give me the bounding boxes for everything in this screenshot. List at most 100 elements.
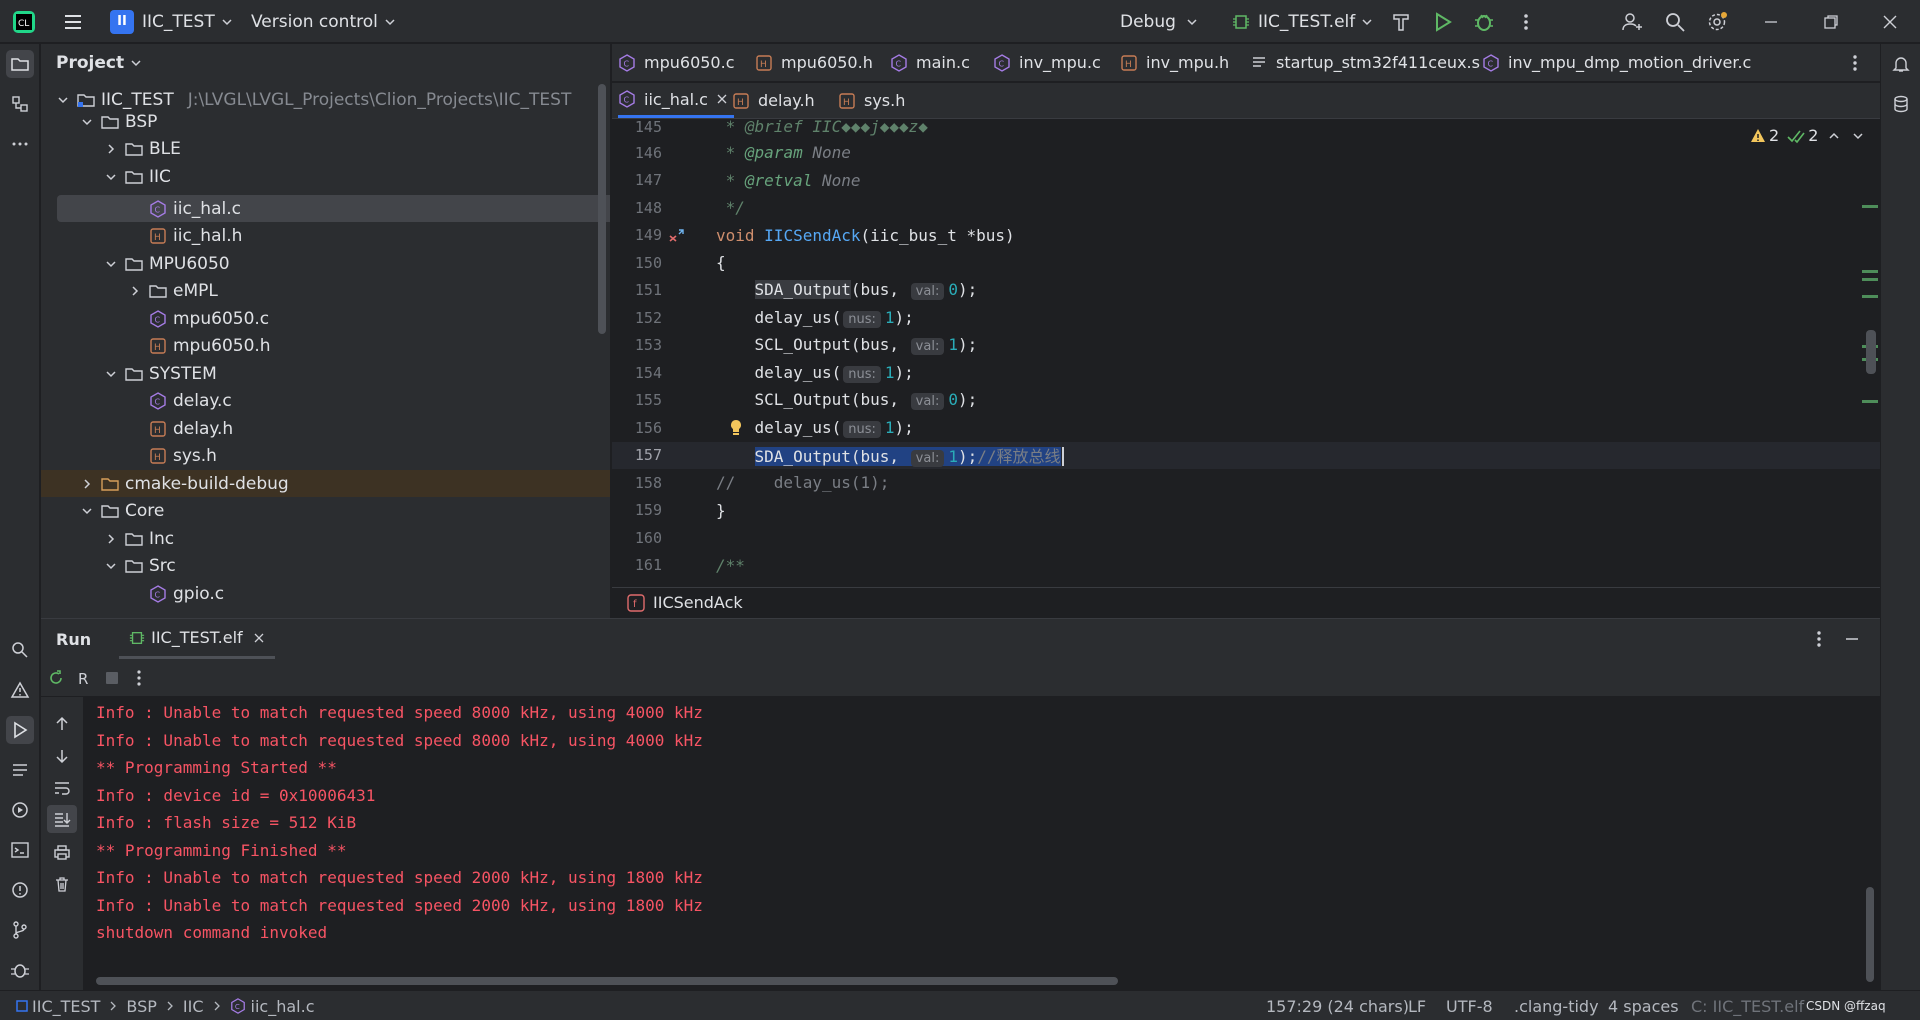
app-logo-icon[interactable]: CL bbox=[12, 0, 36, 43]
run-button[interactable] bbox=[1431, 0, 1453, 43]
tree-item-mpu6050-c[interactable]: C mpu6050.c bbox=[41, 305, 601, 332]
tree-item-iic-hal-h[interactable]: H iic_hal.h bbox=[41, 223, 601, 250]
caret-position[interactable]: 157:29 (24 chars) bbox=[1266, 991, 1409, 1020]
chevron-down-icon[interactable] bbox=[103, 366, 119, 382]
run-config-selector[interactable]: Debug bbox=[1120, 0, 1198, 43]
linter-config[interactable]: .clang-tidy bbox=[1514, 991, 1599, 1020]
chevron-down-icon[interactable] bbox=[103, 169, 119, 185]
chevron-down-icon[interactable] bbox=[79, 114, 95, 130]
tab-delay-h[interactable]: H delay.h bbox=[732, 83, 815, 118]
run-tab-target[interactable]: IIC_TEST.elf bbox=[119, 619, 275, 659]
todo-tool-button[interactable] bbox=[6, 756, 34, 784]
soft-wrap-icon[interactable] bbox=[53, 779, 71, 797]
chevron-right-icon[interactable] bbox=[103, 531, 119, 547]
code-editor[interactable]: 145 * @brief IIC◆◆◆j◆◆◆z◆ 146 * @param N… bbox=[612, 119, 1880, 585]
find-tool-button[interactable] bbox=[6, 636, 34, 664]
tree-item-gpio-c[interactable]: C gpio.c bbox=[41, 580, 601, 607]
rerun-icon[interactable] bbox=[47, 669, 65, 687]
git-tool-button[interactable] bbox=[6, 916, 34, 944]
tab-mpu6050-h[interactable]: H mpu6050.h bbox=[755, 44, 873, 81]
chevron-right-icon[interactable] bbox=[103, 141, 119, 157]
scroll-marker[interactable] bbox=[1862, 278, 1878, 281]
vcs-menu[interactable]: Version control bbox=[251, 0, 396, 43]
more-tools-button[interactable] bbox=[6, 130, 34, 158]
inspections-widget[interactable]: 2 2 bbox=[1750, 126, 1864, 145]
problems-tool-button[interactable] bbox=[6, 676, 34, 704]
structure-tool-button[interactable] bbox=[6, 90, 34, 118]
more-actions-button[interactable] bbox=[1517, 0, 1535, 43]
notifications-problems-button[interactable] bbox=[6, 876, 34, 904]
tabs-more-button[interactable] bbox=[1847, 44, 1863, 81]
chevron-up-icon[interactable] bbox=[1828, 130, 1840, 142]
close-icon[interactable] bbox=[716, 93, 728, 105]
print-icon[interactable] bbox=[53, 843, 71, 861]
arrow-up-icon[interactable] bbox=[53, 715, 71, 733]
tab-startup-s[interactable]: startup_stm32f411ceux.s bbox=[1250, 44, 1480, 81]
chevron-down-icon[interactable] bbox=[79, 503, 95, 519]
arrow-down-icon[interactable] bbox=[53, 747, 71, 765]
tree-item-mpu6050[interactable]: MPU6050 bbox=[41, 250, 601, 277]
file-encoding[interactable]: UTF-8 bbox=[1446, 991, 1493, 1020]
restart-r-icon[interactable]: R bbox=[75, 669, 93, 687]
project-scrollbar[interactable] bbox=[598, 84, 606, 334]
tab-iic-hal-c[interactable]: C iic_hal.c bbox=[618, 83, 734, 118]
stop-icon[interactable] bbox=[103, 669, 121, 687]
tree-item-inc[interactable]: Inc bbox=[41, 525, 601, 552]
console-horizontal-scrollbar[interactable] bbox=[96, 977, 1118, 985]
crumb[interactable]: IIC_TEST bbox=[32, 997, 100, 1016]
database-button[interactable] bbox=[1887, 90, 1915, 118]
trash-icon[interactable] bbox=[53, 875, 71, 893]
tree-item-empl[interactable]: eMPL bbox=[41, 278, 601, 305]
tab-inv-mpu-h[interactable]: H inv_mpu.h bbox=[1120, 44, 1229, 81]
scroll-marker[interactable] bbox=[1862, 400, 1878, 403]
settings-button[interactable] bbox=[1706, 0, 1728, 43]
chevron-down-icon[interactable] bbox=[103, 558, 119, 574]
more-vertical-icon[interactable] bbox=[1811, 629, 1827, 649]
implementation-gutter-icon[interactable] bbox=[667, 226, 687, 244]
code-breadcrumb[interactable]: f IICSendAck bbox=[612, 587, 1880, 617]
project-tool-button[interactable] bbox=[6, 50, 34, 78]
tab-sys-h[interactable]: H sys.h bbox=[838, 83, 905, 118]
console-vertical-scrollbar[interactable] bbox=[1866, 887, 1874, 982]
close-button[interactable] bbox=[1881, 0, 1899, 43]
scroll-marker[interactable] bbox=[1862, 295, 1878, 298]
tree-item-ble[interactable]: BLE bbox=[41, 136, 601, 163]
scroll-marker[interactable] bbox=[1862, 205, 1878, 208]
chevron-right-icon[interactable] bbox=[127, 283, 143, 299]
tree-item-core[interactable]: Core bbox=[41, 498, 601, 525]
tab-inv-mpu-dmp-c[interactable]: C inv_mpu_dmp_motion_driver.c bbox=[1482, 44, 1751, 81]
more-vertical-icon[interactable] bbox=[131, 669, 147, 687]
run-tool-button[interactable] bbox=[6, 716, 34, 744]
tree-item-sys-h[interactable]: H sys.h bbox=[41, 443, 601, 470]
terminal-tool-button[interactable] bbox=[6, 836, 34, 864]
tab-inv-mpu-c[interactable]: C inv_mpu.c bbox=[993, 44, 1101, 81]
scroll-to-end-button[interactable] bbox=[47, 805, 77, 833]
chevron-right-icon[interactable] bbox=[79, 476, 95, 492]
tab-main-c[interactable]: C main.c bbox=[890, 44, 970, 81]
search-button[interactable] bbox=[1664, 0, 1686, 43]
tree-item-iic[interactable]: IIC bbox=[41, 163, 601, 190]
crumb[interactable]: BSP bbox=[126, 997, 157, 1016]
code-with-me-button[interactable] bbox=[1621, 0, 1643, 43]
tree-item-delay-c[interactable]: C delay.c bbox=[41, 388, 601, 415]
crumb[interactable]: iic_hal.c bbox=[251, 997, 315, 1016]
project-panel-header[interactable]: Project bbox=[41, 44, 610, 82]
notifications-button[interactable] bbox=[1887, 50, 1915, 78]
project-switcher[interactable]: II IIC_TEST bbox=[110, 0, 233, 43]
build-button[interactable] bbox=[1390, 0, 1412, 43]
tree-item-bsp[interactable]: BSP bbox=[41, 108, 601, 135]
minimize-panel-icon[interactable] bbox=[1843, 630, 1861, 648]
main-menu-icon[interactable] bbox=[62, 0, 84, 43]
status-breadcrumb[interactable]: IIC_TEST BSP IIC C iic_hal.c bbox=[16, 991, 315, 1020]
tree-item-system[interactable]: SYSTEM bbox=[41, 360, 601, 387]
services-tool-button[interactable] bbox=[6, 796, 34, 824]
editor-scrollbar[interactable] bbox=[1866, 330, 1876, 374]
restore-button[interactable] bbox=[1822, 0, 1840, 43]
resolve-context[interactable]: C: IIC_TEST.elf bbox=[1691, 991, 1804, 1020]
tab-mpu6050-c[interactable]: C mpu6050.c bbox=[618, 44, 734, 81]
debug-button[interactable] bbox=[1473, 0, 1495, 43]
console-output[interactable]: Info : Unable to match requested speed 8… bbox=[96, 699, 1866, 969]
minimize-button[interactable] bbox=[1762, 0, 1780, 43]
crumb[interactable]: IIC bbox=[183, 997, 204, 1016]
debug-tool-button[interactable] bbox=[6, 956, 34, 984]
